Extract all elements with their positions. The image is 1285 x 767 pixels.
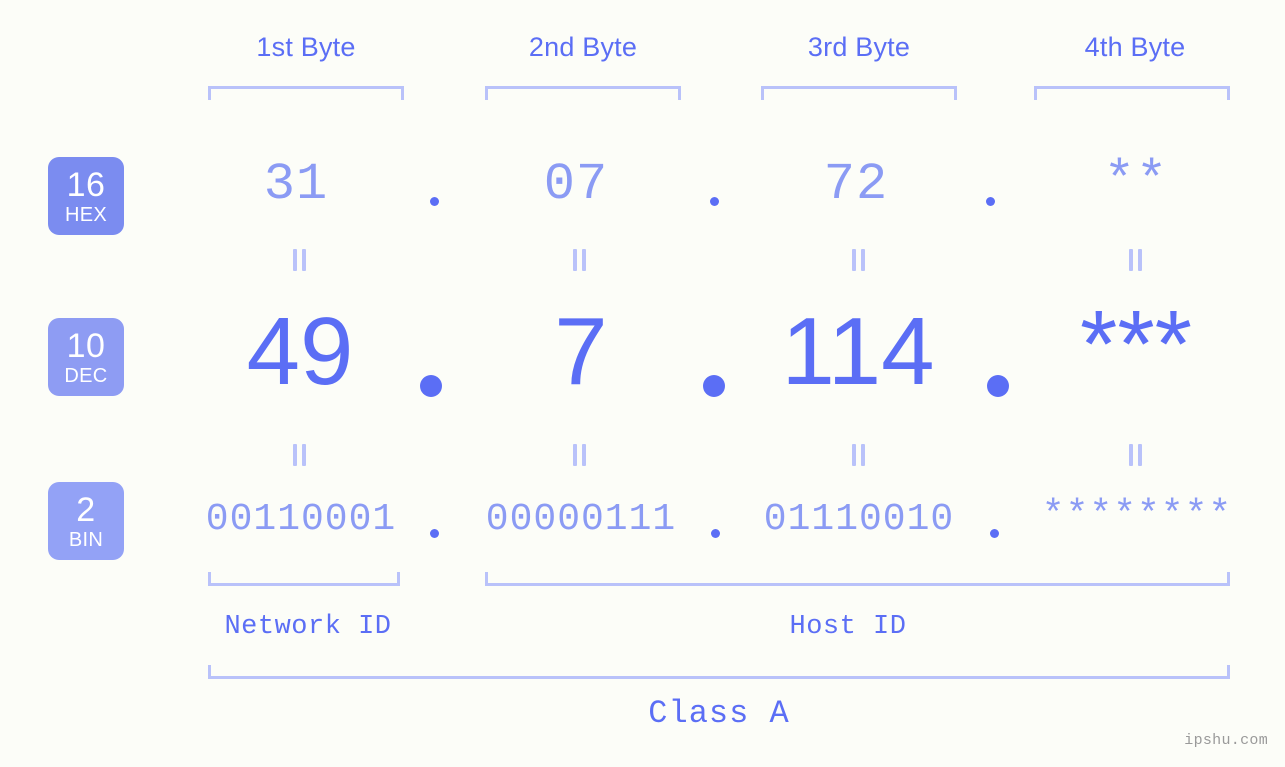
hex-separator-dot-2	[710, 197, 719, 206]
byte-bracket-4	[1034, 86, 1230, 100]
radix-badge-dec: 10 DEC	[48, 318, 124, 396]
bin-byte-4-value: ********	[1041, 494, 1233, 537]
radix-badge-dec-number: 10	[66, 326, 106, 365]
hex-byte-2-value: 07	[543, 155, 609, 214]
radix-badge-hex-number: 16	[66, 165, 106, 204]
bin-byte-2-value: 00000111	[485, 498, 677, 541]
radix-badge-bin-number: 2	[76, 490, 96, 529]
radix-badge-hex: 16 HEX	[48, 157, 124, 235]
radix-badge-hex-name: HEX	[64, 203, 108, 226]
hex-byte-3-value: 72	[823, 155, 889, 214]
radix-badge-bin: 2 BIN	[48, 482, 124, 560]
class-label: Class A	[648, 695, 790, 732]
hex-byte-1-value: 31	[263, 155, 329, 214]
dec-separator-dot-2	[703, 375, 725, 397]
equals-marker-hex-dec-3	[851, 249, 867, 271]
byte-header-1: 1st Byte	[256, 32, 356, 62]
equals-marker-dec-bin-3	[851, 444, 867, 466]
radix-badge-bin-name: BIN	[68, 528, 104, 551]
bin-separator-dot-2	[711, 529, 720, 538]
byte-bracket-3	[761, 86, 957, 100]
dec-byte-2-value: 7	[554, 298, 608, 405]
hex-separator-dot-1	[430, 197, 439, 206]
byte-header-2: 2nd Byte	[528, 32, 638, 62]
equals-marker-hex-dec-1	[292, 249, 308, 271]
bin-byte-3-value: 01110010	[763, 498, 955, 541]
equals-marker-dec-bin-4	[1128, 444, 1144, 466]
host-id-bracket	[485, 572, 1230, 586]
bin-separator-dot-1	[430, 529, 439, 538]
equals-marker-hex-dec-2	[572, 249, 588, 271]
dec-byte-4-value: ***	[1079, 291, 1193, 398]
network-id-label: Network ID	[224, 612, 392, 642]
dec-separator-dot-3	[987, 375, 1009, 397]
equals-marker-dec-bin-1	[292, 444, 308, 466]
diagram-canvas: 1st Byte 2nd Byte 3rd Byte 4th Byte 16 H…	[0, 0, 1285, 767]
equals-marker-hex-dec-4	[1128, 249, 1144, 271]
byte-bracket-2	[485, 86, 681, 100]
host-id-label: Host ID	[789, 612, 907, 642]
dec-separator-dot-1	[420, 375, 442, 397]
byte-header-3: 3rd Byte	[807, 32, 911, 62]
byte-bracket-1	[208, 86, 404, 100]
dec-byte-1-value: 49	[246, 298, 354, 405]
equals-marker-dec-bin-2	[572, 444, 588, 466]
network-id-bracket	[208, 572, 400, 586]
site-watermark: ipshu.com	[1184, 732, 1268, 749]
bin-byte-1-value: 00110001	[205, 498, 397, 541]
bin-separator-dot-3	[990, 529, 999, 538]
hex-byte-4-value: **	[1103, 152, 1169, 211]
class-bracket	[208, 665, 1230, 679]
hex-separator-dot-3	[986, 197, 995, 206]
byte-header-4: 4th Byte	[1084, 32, 1186, 62]
dec-byte-3-value: 114	[781, 298, 935, 405]
radix-badge-dec-name: DEC	[64, 364, 108, 387]
